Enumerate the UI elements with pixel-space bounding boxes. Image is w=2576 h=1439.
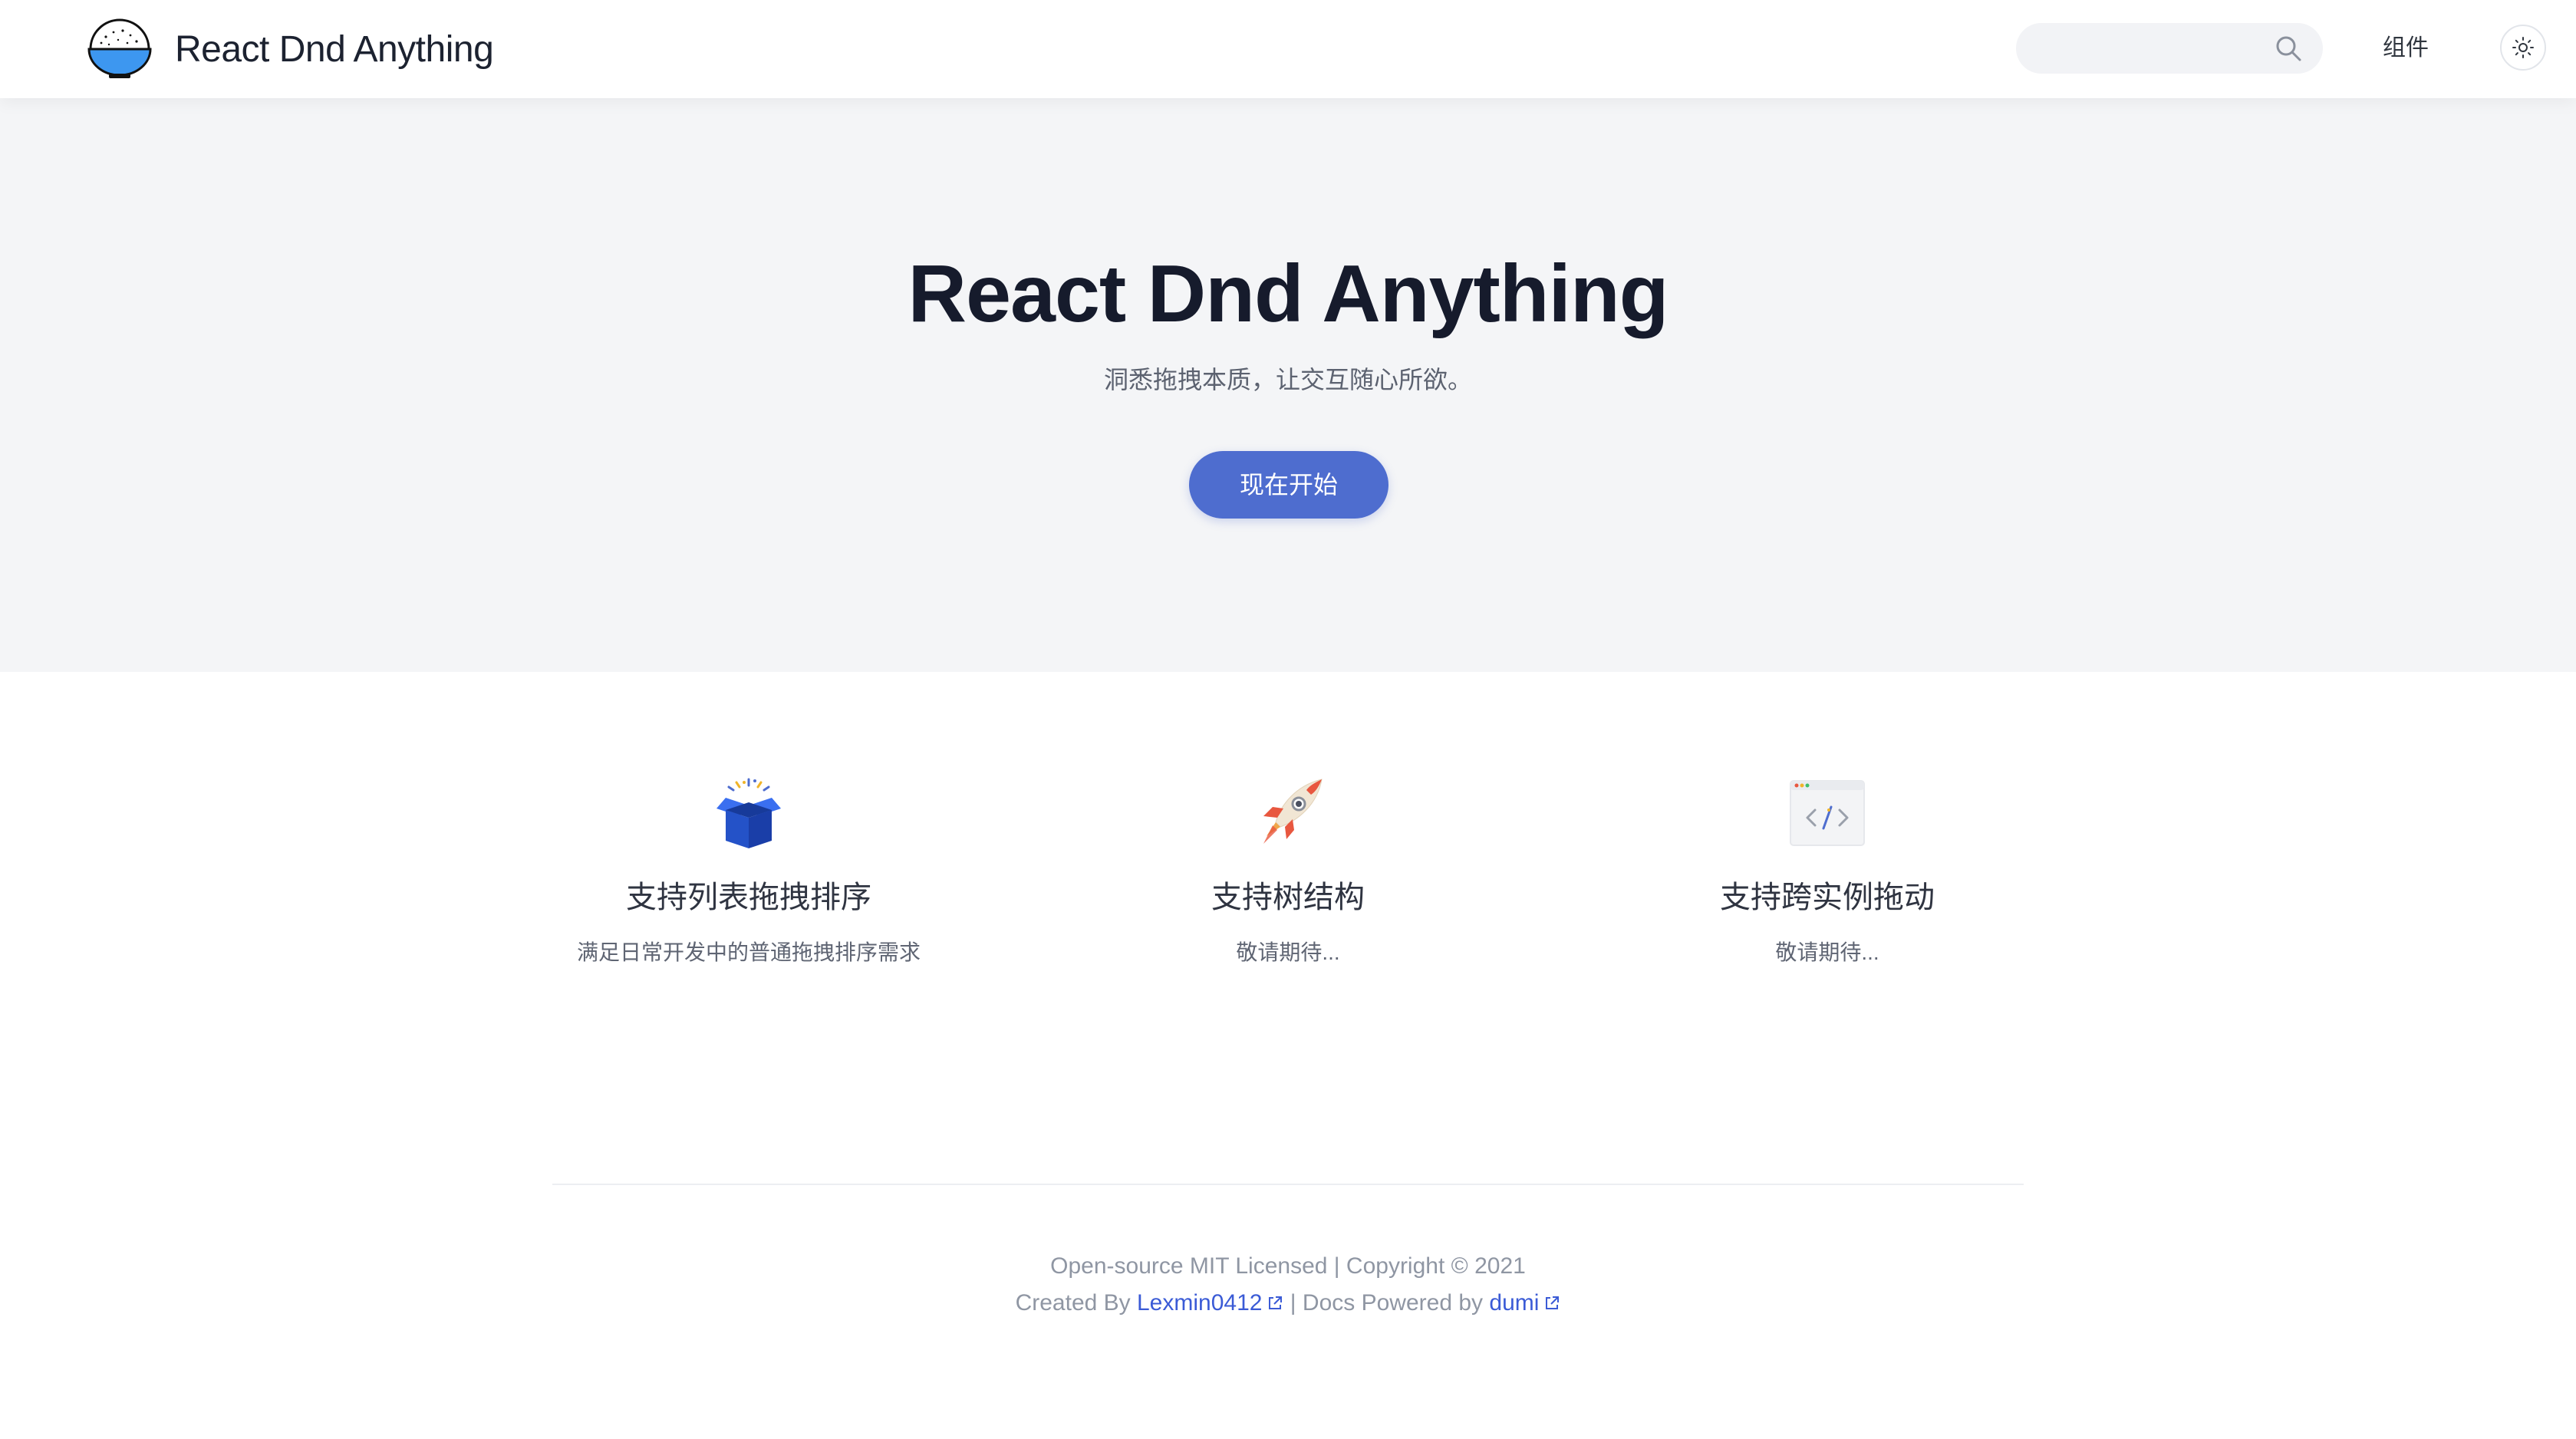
nav-item-components[interactable]: 组件 [2383,29,2429,68]
rocket-icon [1263,779,1323,844]
external-link-icon [1269,1296,1283,1309]
theme-toggle-button[interactable] [2500,25,2546,71]
author-link[interactable]: Lexmin0412 [1137,1290,1283,1316]
hero-section: React Dnd Anything 洞悉拖拽本质，让交互随心所欲。 现在开始 [0,98,2576,672]
brand-title[interactable]: React Dnd Anything [175,23,494,77]
open-box-icon [716,778,781,848]
feature-title: 支持树结构 [1211,881,1365,914]
feature-description: 满足日常开发中的普通拖拽排序需求 [576,940,921,964]
feature-title: 支持跨实例拖动 [1720,881,1935,914]
feature-description: 敬请期待... [1236,940,1340,964]
get-started-button[interactable]: 现在开始 [1189,451,1388,519]
created-by-label: Created By [1015,1290,1131,1316]
dumi-link-text: dumi [1489,1290,1540,1316]
author-link-text: Lexmin0412 [1137,1290,1263,1316]
search-input[interactable] [2016,23,2269,74]
search-box[interactable] [2016,23,2323,74]
rice-bowl-logo-icon[interactable] [86,15,153,83]
docs-powered-label: | Docs Powered by [1290,1290,1484,1316]
footer-credits: Created By Lexmin0412 | Docs Powered by … [0,1286,2576,1321]
feature-title: 支持列表拖拽排序 [626,881,871,914]
external-link-icon [1546,1296,1560,1309]
search-icon[interactable] [2274,34,2303,63]
sun-icon [2512,37,2534,58]
dumi-link[interactable]: dumi [1489,1290,1560,1316]
footer-copyright: Open-source MIT Licensed | Copyright © 2… [1050,1253,1526,1279]
footer-divider [552,1184,2024,1185]
hero-title: React Dnd Anything [908,249,1669,339]
top-nav-bar: React Dnd Anything 组件 [0,0,2576,98]
code-window-icon [1790,780,1865,846]
feature-description: 敬请期待... [1775,940,1879,964]
hero-description: 洞悉拖拽本质，让交互随心所欲。 [1103,366,1472,394]
